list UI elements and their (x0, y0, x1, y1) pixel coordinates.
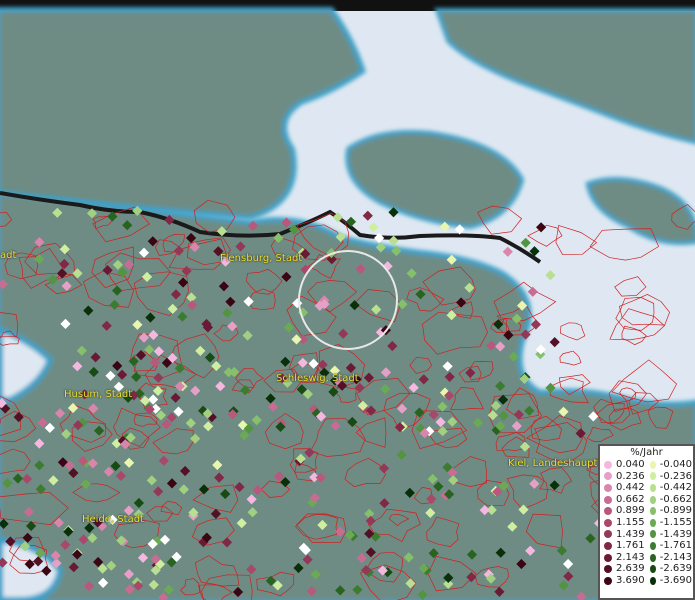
city-label-partial-west: adt (0, 250, 17, 261)
legend-value: -0.662 (659, 493, 692, 505)
legend-positive-entry: 0.040 (600, 459, 646, 471)
legend-value: -0.236 (659, 470, 692, 482)
map-canvas[interactable] (0, 0, 695, 600)
legend-positive-entry: 1.761 (600, 540, 646, 552)
legend-value: 0.662 (616, 493, 645, 505)
legend: %/Jahr 0.040 -0.040 0.236 -0.236 0.442 -0.442… (598, 444, 695, 600)
legend-positive-entry: 3.690 (600, 575, 646, 587)
city-label-heide: Heide, Stadt (82, 514, 144, 525)
legend-negative-entry: -2.143 (646, 552, 692, 564)
legend-negative-entry: -0.442 (646, 482, 692, 494)
legend-row: 0.662 -0.662 (600, 494, 693, 506)
legend-swatch (650, 518, 656, 527)
legend-swatch (650, 553, 656, 562)
legend-positive-entry: 2.143 (600, 552, 646, 564)
legend-row: 3.690 -3.690 (600, 575, 693, 587)
legend-row: 0.236 -0.236 (600, 471, 693, 483)
legend-swatch (604, 460, 612, 469)
legend-swatch (650, 576, 656, 585)
legend-negative-entry: -1.155 (646, 517, 692, 529)
legend-value: 0.442 (616, 482, 645, 494)
legend-value: 0.040 (616, 459, 645, 470)
legend-positive-entry: 2.639 (600, 563, 646, 575)
city-label-flensburg: Flensburg, Stadt (220, 253, 303, 264)
legend-swatch (604, 518, 612, 527)
legend-value: -1.439 (659, 528, 692, 540)
legend-swatch (650, 483, 656, 492)
legend-value: -3.690 (659, 574, 692, 586)
legend-value: 2.143 (616, 551, 645, 563)
legend-swatch (604, 507, 612, 516)
legend-positive-entry: 0.662 (600, 494, 646, 506)
legend-swatch (650, 541, 656, 550)
legend-positive-entry: 1.155 (600, 517, 646, 529)
legend-negative-entry: -0.899 (646, 505, 692, 517)
legend-row: 1.155 -1.155 (600, 517, 693, 529)
legend-swatch (604, 495, 612, 504)
city-label-schleswig: Schleswig, Stadt (276, 373, 359, 384)
legend-negative-entry: -0.662 (646, 494, 692, 506)
legend-value: -2.639 (659, 563, 692, 575)
city-label-husum: Husum, Stadt (64, 389, 133, 400)
legend-swatch (604, 530, 612, 539)
legend-swatch (604, 576, 612, 585)
legend-title: %/Jahr (630, 447, 663, 458)
legend-swatch (650, 460, 656, 469)
legend-swatch (650, 565, 656, 574)
legend-swatch (604, 472, 612, 481)
legend-positive-entry: 0.442 (600, 482, 646, 494)
legend-swatch (604, 483, 612, 492)
legend-value: 1.155 (616, 516, 645, 528)
city-label-kiel: Kiel, Landeshaupts (508, 458, 603, 469)
legend-row: 0.040 -0.040 (600, 459, 693, 471)
legend-swatch (604, 541, 612, 550)
legend-swatch (650, 495, 656, 504)
legend-row: 0.442 -0.442 (600, 482, 693, 494)
legend-value: 3.690 (616, 574, 645, 586)
legend-negative-entry: -0.040 (646, 459, 692, 471)
legend-positive-entry: 1.439 (600, 529, 646, 541)
legend-swatch (650, 507, 656, 516)
legend-row: 2.143 -2.143 (600, 552, 693, 564)
legend-swatch (650, 472, 656, 481)
legend-value: -0.442 (659, 482, 692, 494)
legend-value: -2.143 (659, 551, 692, 563)
legend-value: -0.040 (659, 459, 692, 470)
legend-swatch (604, 553, 612, 562)
legend-value: 2.639 (616, 563, 645, 575)
legend-negative-entry: -2.639 (646, 563, 692, 575)
legend-row: 1.761 -1.761 (600, 540, 693, 552)
legend-swatch (604, 565, 612, 574)
legend-value: 0.899 (616, 505, 645, 517)
legend-negative-entry: -3.690 (646, 575, 692, 587)
legend-row: 2.639 -2.639 (600, 563, 693, 575)
legend-value: -1.761 (659, 540, 692, 552)
legend-value: 0.236 (616, 470, 645, 482)
legend-value: -1.155 (659, 516, 692, 528)
legend-negative-entry: -1.439 (646, 529, 692, 541)
legend-swatch (650, 530, 656, 539)
legend-negative-entry: -1.761 (646, 540, 692, 552)
legend-negative-entry: -0.236 (646, 471, 692, 483)
legend-value: 1.439 (616, 528, 645, 540)
legend-rows: 0.040 -0.040 0.236 -0.236 0.442 -0.442 0.662 -0… (600, 459, 693, 587)
legend-positive-entry: 0.236 (600, 471, 646, 483)
legend-row: 1.439 -1.439 (600, 529, 693, 541)
legend-value: 1.761 (616, 540, 645, 552)
legend-row: 0.899 -0.899 (600, 505, 693, 517)
legend-value: -0.899 (659, 505, 692, 517)
legend-positive-entry: 0.899 (600, 505, 646, 517)
